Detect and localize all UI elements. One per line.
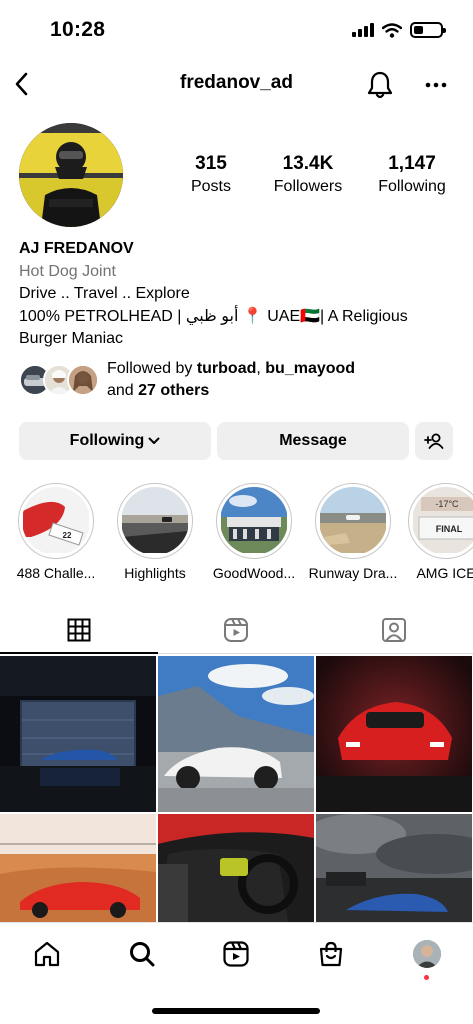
tagged-icon <box>381 617 406 642</box>
status-bar: 10:28 <box>0 0 473 60</box>
highlight-cover: 22 <box>22 487 90 555</box>
followed-by-separator: , <box>256 360 266 377</box>
bio-line: Burger Maniac <box>19 330 124 347</box>
highlight-plate-text: 22 <box>63 531 72 540</box>
highlight-label: AMG ICE <box>416 565 473 581</box>
highlight-label: GoodWood... <box>212 565 296 581</box>
profile-tabs <box>0 606 473 654</box>
post-thumbnail[interactable] <box>316 814 472 922</box>
notifications-button[interactable] <box>365 70 395 100</box>
following-button[interactable]: Following <box>19 422 211 460</box>
bio-line: 100% PETROLHEAD | أبو ظبي 📍 UAE🇦🇪| A Rel… <box>19 307 408 325</box>
highlight-item[interactable]: 22 488 Challe... <box>10 483 102 581</box>
highlight-label: 488 Challe... <box>16 565 96 581</box>
stat-following-label: Following <box>378 178 446 195</box>
highlight-item[interactable]: Highlights <box>109 483 201 581</box>
highlight-item[interactable]: Runway Dra... <box>307 483 399 581</box>
reels-icon <box>224 617 249 642</box>
highlight-item[interactable]: GoodWood... <box>208 483 300 581</box>
highlight-label: Runway Dra... <box>308 565 398 581</box>
followed-user-link[interactable]: bu_mayood <box>265 360 355 377</box>
stat-following[interactable]: 1,147 Following <box>364 153 460 196</box>
bottom-navigation <box>0 922 473 1024</box>
highlight-ring: -17°C FINAL <box>408 483 473 559</box>
message-button-label: Message <box>279 432 347 449</box>
stat-posts[interactable]: 315 Posts <box>170 153 252 196</box>
post-thumbnail[interactable] <box>158 656 314 812</box>
highlight-cover <box>220 487 288 555</box>
highlight-ring <box>315 483 391 559</box>
nav-profile[interactable] <box>410 937 444 971</box>
stat-followers-value: 13.4K <box>282 153 334 174</box>
profile-header: fredanov_ad <box>0 60 473 108</box>
nav-shop[interactable] <box>314 937 348 971</box>
home-indicator <box>152 1008 320 1014</box>
grid-icon <box>67 618 91 641</box>
stat-posts-label: Posts <box>190 178 231 195</box>
followed-by-prefix: Followed by <box>107 360 197 377</box>
stat-followers[interactable]: 13.4K Followers <box>252 153 364 196</box>
status-icons <box>352 22 446 38</box>
follower-avatars <box>19 362 99 398</box>
profile-bio: AJ FREDANOV Hot Dog Joint Drive .. Trave… <box>19 238 459 351</box>
profile-stats: 315 Posts 13.4K Followers 1,147 Followin… <box>170 153 460 196</box>
more-horizontal-icon <box>425 82 447 88</box>
profile-avatar[interactable] <box>19 123 123 227</box>
highlight-label: Highlights <box>124 565 186 581</box>
bio-line: Drive .. Travel .. Explore <box>19 285 190 302</box>
shop-icon <box>319 941 343 967</box>
highlight-ring: 22 <box>18 483 94 559</box>
stat-following-value: 1,147 <box>388 153 436 174</box>
highlight-item[interactable]: -17°C FINAL AMG ICE <box>400 483 473 581</box>
posts-grid <box>0 656 473 922</box>
tab-posts[interactable] <box>0 606 158 654</box>
followed-user-link[interactable]: turboad <box>197 360 257 377</box>
stat-followers-label: Followers <box>273 178 343 195</box>
following-button-label: Following <box>69 432 145 449</box>
suggested-users-button[interactable] <box>415 422 453 460</box>
nav-search[interactable] <box>125 937 159 971</box>
signal-icon <box>352 23 374 37</box>
avatar <box>67 364 99 396</box>
profile-username: fredanov_ad <box>180 72 293 93</box>
search-icon <box>130 942 155 967</box>
post-thumbnail[interactable] <box>158 814 314 922</box>
highlight-cover: -17°C FINAL <box>412 487 473 555</box>
nav-home[interactable] <box>30 937 64 971</box>
tab-reels[interactable] <box>158 606 316 653</box>
avatar <box>413 940 441 968</box>
bell-icon <box>367 71 393 99</box>
highlight-ring <box>216 483 292 559</box>
chevron-down-icon <box>148 437 160 444</box>
battery-icon <box>410 22 446 38</box>
followed-by-text: Followed by turboad, bu_mayood and 27 ot… <box>107 358 355 402</box>
story-highlights: 22 488 Challe... Highlights GoodWood... … <box>0 483 473 588</box>
nav-reels[interactable] <box>219 937 253 971</box>
message-button[interactable]: Message <box>217 422 409 460</box>
post-thumbnail[interactable] <box>0 814 156 922</box>
reels-icon <box>223 941 249 967</box>
followed-by-and: and <box>107 382 139 399</box>
highlight-temp-text: -17°C <box>435 499 459 509</box>
profile-action-buttons: Following Message <box>19 422 455 460</box>
highlight-cover <box>121 487 189 555</box>
post-thumbnail[interactable] <box>0 656 156 812</box>
add-user-icon <box>424 433 444 449</box>
highlight-ring <box>117 483 193 559</box>
post-thumbnail[interactable] <box>316 656 472 812</box>
wifi-icon <box>382 22 402 38</box>
profile-category[interactable]: Hot Dog Joint <box>19 261 459 284</box>
followed-others-link[interactable]: 27 others <box>138 382 209 399</box>
battery-fill <box>414 26 423 34</box>
stat-posts-value: 315 <box>195 153 227 174</box>
followed-by[interactable]: Followed by turboad, bu_mayood and 27 ot… <box>19 358 355 402</box>
home-icon <box>34 941 60 967</box>
notification-dot <box>424 975 429 980</box>
status-time: 10:28 <box>50 18 106 41</box>
highlight-final-text: FINAL <box>436 524 463 534</box>
more-options-button[interactable] <box>421 70 451 100</box>
highlight-cover <box>319 487 387 555</box>
profile-name: AJ FREDANOV <box>19 240 134 257</box>
tab-tagged[interactable] <box>315 606 473 653</box>
